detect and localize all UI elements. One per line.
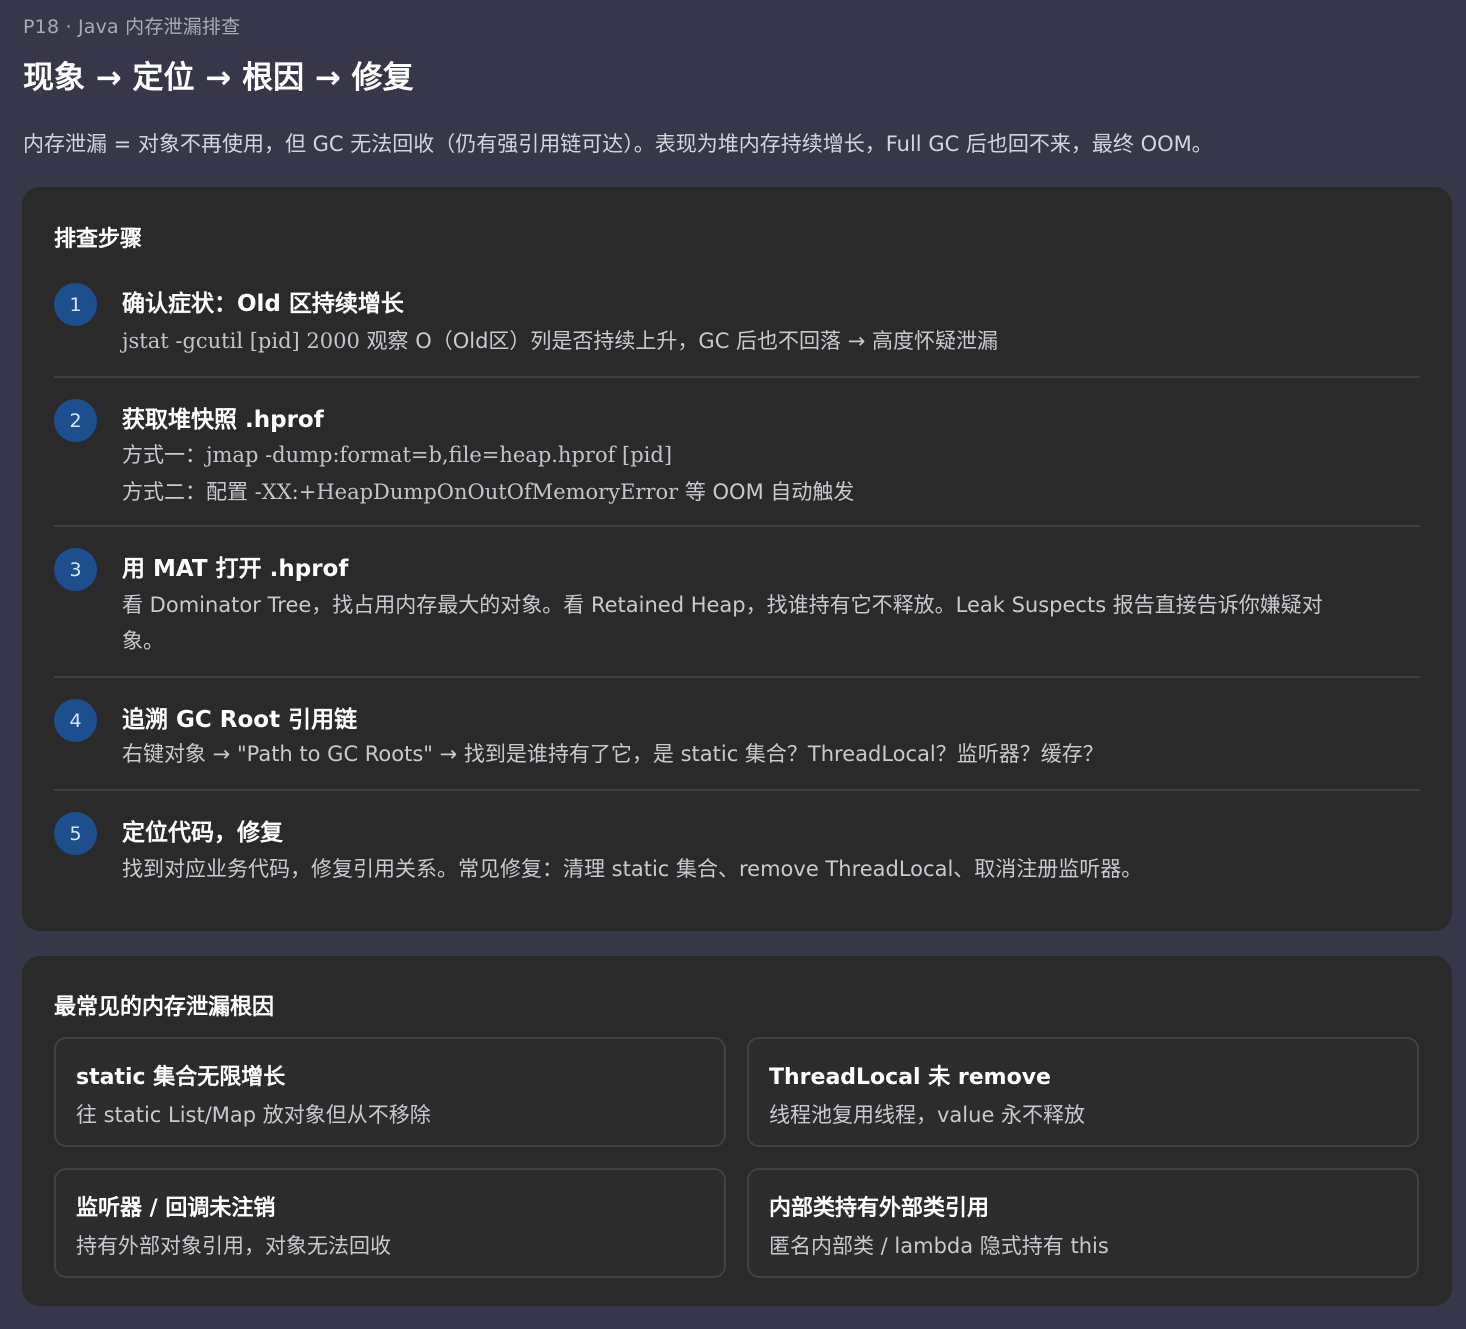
- step-1: 1 确认症状：Old 区持续增长 jstat -gcutil [pid] 200…: [54, 277, 1420, 378]
- cause-description: 匿名内部类 / lambda 隐式持有 this: [769, 1234, 1109, 1258]
- step-description-line-1: 看 Dominator Tree，找占用内存最大的对象。看 Retained H…: [122, 593, 1323, 617]
- cause-box-threadlocal: ThreadLocal 未 remove 线程池复用线程，value 永不释放: [747, 1037, 1419, 1147]
- cause-description: 持有外部对象引用，对象无法回收: [76, 1234, 391, 1258]
- page-title: 现象 → 定位 → 根因 → 修复: [23, 60, 414, 96]
- step-2: 2 获取堆快照 .hprof 方式一：jmap -dump:format=b,f…: [54, 394, 1420, 527]
- cause-title: static 集合无限增长: [76, 1065, 286, 1090]
- steps-heading: 排查步骤: [54, 227, 143, 252]
- jvm-flag-code: -XX:+HeapDumpOnOutOfMemoryError: [254, 480, 679, 504]
- cause-description: 往 static List/Map 放对象但从不移除: [76, 1103, 431, 1127]
- cause-title: ThreadLocal 未 remove: [769, 1065, 1051, 1090]
- step-number-badge: 4: [54, 699, 97, 742]
- step-number-badge: 3: [54, 548, 97, 591]
- step-title: 定位代码，修复: [122, 820, 283, 846]
- step-number-badge: 2: [54, 399, 97, 442]
- cause-title: 监听器 / 回调未注销: [76, 1196, 276, 1221]
- command-code: jmap -dump:format=b,file=heap.hprof [pid…: [206, 443, 673, 467]
- description-text: 观察 O（Old区）列是否持续上升，GC 后也不回落 → 高度怀疑泄漏: [359, 329, 998, 353]
- step-description: jstat -gcutil [pid] 2000 观察 O（Old区）列是否持续…: [122, 323, 998, 359]
- method-label: 方式二：配置: [122, 480, 255, 504]
- method-label: 方式一：: [122, 443, 206, 467]
- steps-card: 排查步骤 1 确认症状：Old 区持续增长 jstat -gcutil [pid…: [22, 187, 1452, 931]
- intro-text: 内存泄漏 = 对象不再使用，但 GC 无法回收（仍有强引用链可达）。表现为堆内存…: [23, 132, 1213, 156]
- step-description: 右键对象 → "Path to GC Roots" → 找到是谁持有了它，是 s…: [122, 742, 1104, 766]
- step-title: 追溯 GC Root 引用链: [122, 707, 358, 733]
- cause-title: 内部类持有外部类引用: [769, 1196, 990, 1221]
- step-5: 5 定位代码，修复 找到对应业务代码，修复引用关系。常见修复：清理 static…: [54, 807, 1420, 897]
- step-number-badge: 1: [54, 283, 97, 326]
- page-eyebrow: P18 · Java 内存泄漏排查: [23, 16, 241, 38]
- step-3: 3 用 MAT 打开 .hprof 看 Dominator Tree，找占用内存…: [54, 543, 1420, 678]
- step-description: 找到对应业务代码，修复引用关系。常见修复：清理 static 集合、remove…: [122, 857, 1143, 881]
- root-causes-card: 最常见的内存泄漏根因 static 集合无限增长 往 static List/M…: [22, 956, 1452, 1306]
- step-4: 4 追溯 GC Root 引用链 右键对象 → "Path to GC Root…: [54, 694, 1420, 791]
- root-causes-heading: 最常见的内存泄漏根因: [54, 995, 275, 1020]
- command-code: jstat -gcutil [pid] 2000: [122, 329, 360, 353]
- cause-box-inner-class: 内部类持有外部类引用 匿名内部类 / lambda 隐式持有 this: [747, 1168, 1419, 1278]
- step-description-line-1: 方式一：jmap -dump:format=b,file=heap.hprof …: [122, 437, 672, 473]
- step-number-badge: 5: [54, 812, 97, 855]
- step-description-line-2: 象。: [122, 629, 164, 653]
- step-title: 获取堆快照 .hprof: [122, 407, 324, 433]
- step-title: 用 MAT 打开 .hprof: [122, 556, 349, 582]
- cause-description: 线程池复用线程，value 永不释放: [769, 1103, 1086, 1127]
- cause-box-listener: 监听器 / 回调未注销 持有外部对象引用，对象无法回收: [54, 1168, 726, 1278]
- step-title: 确认症状：Old 区持续增长: [122, 291, 404, 317]
- description-text: 等 OOM 自动触发: [678, 480, 855, 504]
- step-description-line-2: 方式二：配置 -XX:+HeapDumpOnOutOfMemoryError 等…: [122, 474, 854, 510]
- cause-box-static-collection: static 集合无限增长 往 static List/Map 放对象但从不移除: [54, 1037, 726, 1147]
